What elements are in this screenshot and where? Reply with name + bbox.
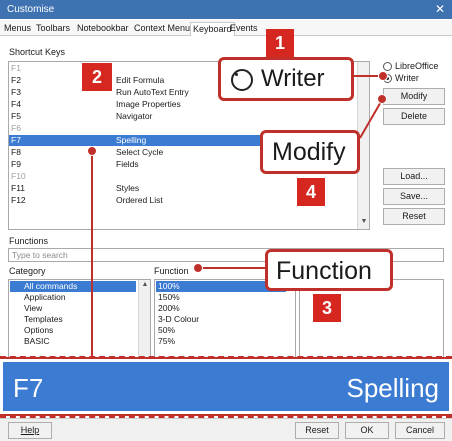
marker-dot (87, 146, 97, 156)
function-callout-text: Function (276, 257, 372, 285)
writer-radio-zoomed-icon (231, 69, 253, 91)
marker-dot (193, 263, 203, 273)
step-badge-2: 2 (82, 63, 112, 91)
marker-dot (377, 94, 387, 104)
connector-line-4 (359, 99, 383, 139)
writer-callout-text: Writer (261, 65, 325, 92)
zoomed-selected-row: F7 Spelling (0, 359, 452, 414)
marker-dot (378, 71, 388, 81)
zoomed-function: Spelling (346, 373, 439, 403)
zoomed-key: F7 (13, 373, 44, 403)
modify-callout: Modify (260, 130, 360, 174)
step-badge-1: 1 (266, 29, 294, 57)
step-badge-3: 3 (313, 294, 341, 322)
writer-callout: Writer (218, 57, 354, 101)
step-badge-4: 4 (297, 178, 325, 206)
function-callout: Function (265, 249, 393, 291)
modify-callout-text: Modify (272, 138, 346, 166)
